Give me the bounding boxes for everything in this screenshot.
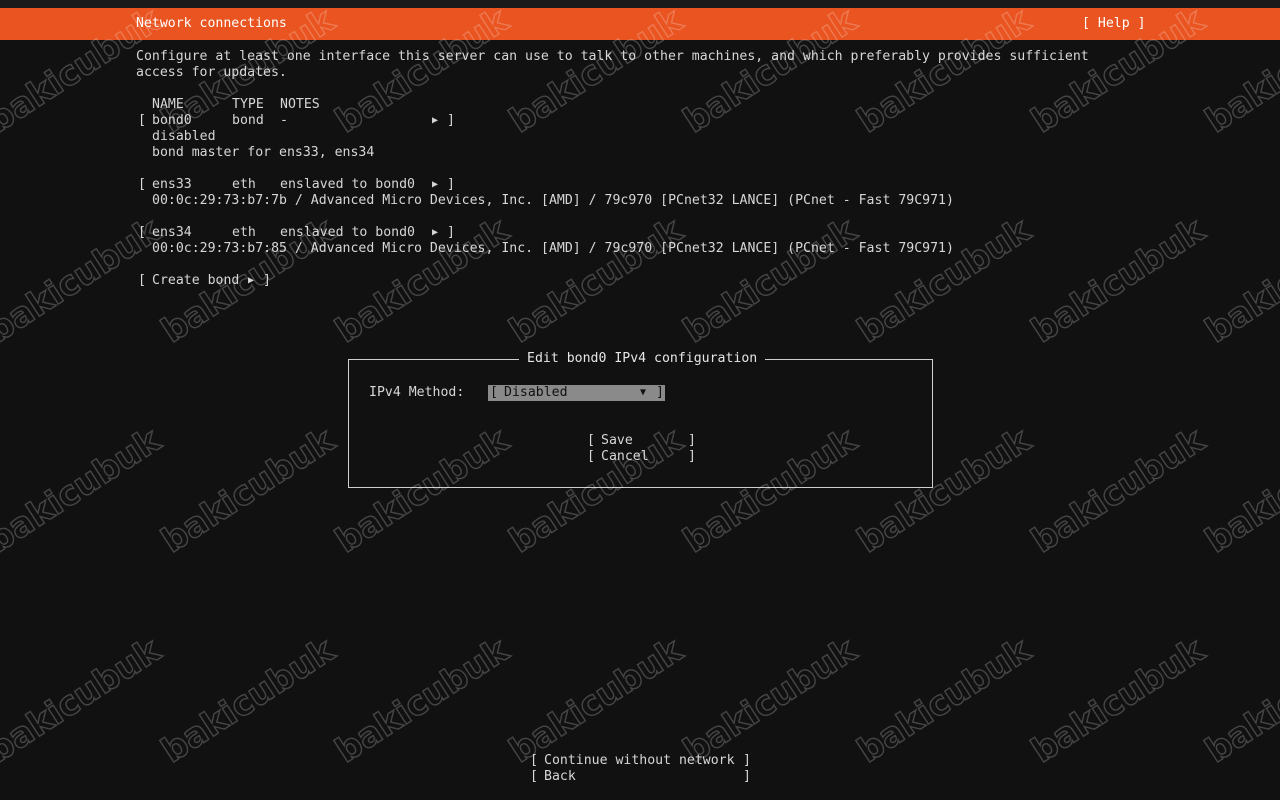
interface-type: eth [232, 225, 256, 240]
select-close-bracket: ] [656, 385, 664, 400]
intro-line-2: access for updates. [136, 65, 287, 80]
watermark-text: bakicubuk [850, 210, 1038, 352]
watermark-text: bakicubuk [154, 420, 342, 562]
interface-name: bond0 [152, 113, 192, 128]
dialog-title: Edit bond0 IPv4 configuration [519, 351, 766, 367]
ipv4-method-select[interactable]: [ Disabled ▼ ] [488, 385, 665, 401]
watermark-text: bakicubuk [328, 630, 516, 772]
interface-notes: enslaved to bond0 [280, 177, 415, 192]
button-close-bracket: ] [743, 769, 751, 784]
select-open-bracket: [ [490, 385, 498, 400]
row-close-bracket: ] [447, 113, 455, 128]
watermark-text: bakicubuk [154, 630, 342, 772]
watermark-text: bakicubuk [1024, 420, 1212, 562]
column-header-name: NAME [152, 97, 184, 112]
watermark-text: bakicubuk [1024, 630, 1212, 772]
watermark-text: bakicubuk [1198, 630, 1280, 772]
row-open-bracket: [ [138, 225, 146, 240]
column-header-type: TYPE [232, 97, 264, 112]
button-open-bracket: [ [530, 769, 538, 784]
continue-label: Continue without network [544, 753, 735, 768]
watermark-text: bakicubuk [676, 630, 864, 772]
help-button[interactable]: [ Help ] [1082, 16, 1146, 32]
interface-notes: enslaved to bond0 [280, 225, 415, 240]
watermark-text: bakicubuk [1198, 420, 1280, 562]
interface-type: bond [232, 113, 264, 128]
row-open-bracket: [ [138, 177, 146, 192]
watermark-text: bakicubuk [502, 630, 690, 772]
back-label: Back [544, 769, 576, 784]
selected-method-value: Disabled [504, 385, 568, 400]
interface-type: eth [232, 177, 256, 192]
watermark-text: bakicubuk [1198, 210, 1280, 352]
watermark-text: bakicubuk [502, 210, 690, 352]
ipv4-method-label: IPv4 Method: [369, 385, 465, 400]
watermark-text: bakicubuk [0, 630, 169, 772]
play-arrow-icon: ▶ [432, 227, 439, 238]
watermark-text: bakicubuk [850, 630, 1038, 772]
button-close-bracket: ] [743, 753, 751, 768]
interface-detail: 00:0c:29:73:b7:7b / Advanced Micro Devic… [152, 193, 954, 208]
header-bar: Network connections [ Help ] [0, 8, 1280, 40]
row-close-bracket: ] [447, 177, 455, 192]
button-close-bracket: ] [688, 449, 696, 464]
cancel-label: Cancel [601, 449, 649, 464]
play-arrow-icon: ▶ [432, 179, 439, 190]
interface-notes: - [280, 113, 288, 128]
interface-detail: 00:0c:29:73:b7:85 / Advanced Micro Devic… [152, 241, 954, 256]
save-label: Save [601, 433, 633, 448]
row-close-bracket: ] [447, 225, 455, 240]
button-close-bracket: ] [688, 433, 696, 448]
interface-name: ens34 [152, 225, 192, 240]
button-open-bracket: [ [530, 753, 538, 768]
row-open-bracket: [ [138, 113, 146, 128]
interface-detail: bond master for ens33, ens34 [152, 145, 375, 160]
watermark-text: bakicubuk [0, 420, 169, 562]
button-open-bracket: [ [587, 449, 595, 464]
ipv4-config-dialog: Edit bond0 IPv4 configuration IPv4 Metho… [348, 351, 933, 488]
play-arrow-icon: ▶ [248, 275, 255, 286]
create-bond-label: Create bond [152, 273, 240, 288]
top-band [0, 0, 1280, 8]
button-open-bracket: [ [587, 433, 595, 448]
play-arrow-icon: ▶ [432, 115, 439, 126]
watermark-text: bakicubuk [1024, 210, 1212, 352]
watermark-text: bakicubuk [676, 210, 864, 352]
column-header-notes: NOTES [280, 97, 320, 112]
interface-name: ens33 [152, 177, 192, 192]
button-open-bracket: [ [138, 273, 146, 288]
page-title: Network connections [136, 16, 287, 31]
dropdown-arrow-icon: ▼ [640, 387, 647, 398]
interface-status: disabled [152, 129, 216, 144]
button-close-bracket: ] [263, 273, 271, 288]
intro-line-1: Configure at least one interface this se… [136, 49, 1089, 64]
